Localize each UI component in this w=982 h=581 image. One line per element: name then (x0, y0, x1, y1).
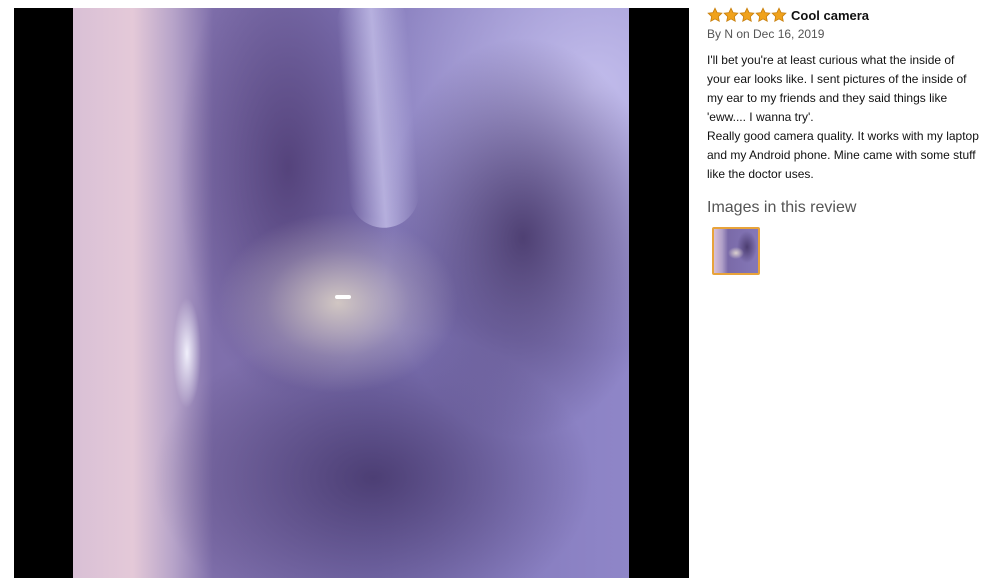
review-panel: Cool camera By N on Dec 16, 2019 I'll be… (707, 6, 979, 275)
star-icon (739, 7, 755, 23)
review-header: Cool camera (707, 6, 979, 24)
photo-highlight-glint (173, 298, 201, 408)
review-image-thumbnail[interactable] (712, 227, 760, 275)
star-rating[interactable] (707, 7, 787, 23)
review-title: Cool camera (791, 7, 870, 23)
images-in-review-heading: Images in this review (707, 199, 857, 216)
star-icon (707, 7, 723, 23)
photo-highlight-ridge (334, 8, 422, 231)
review-photo-large (73, 8, 629, 578)
review-body: I'll bet you're at least curious what th… (707, 51, 979, 184)
review-paragraph: I'll bet you're at least curious what th… (707, 53, 967, 124)
review-byline: By N on Dec 16, 2019 (707, 27, 825, 41)
star-icon (771, 7, 787, 23)
photo-highlight-spark (335, 295, 351, 299)
image-viewer (14, 8, 689, 578)
review-paragraph: Really good camera quality. It works wit… (707, 129, 979, 181)
star-icon (723, 7, 739, 23)
star-icon (755, 7, 771, 23)
review-image-popup: Cool camera By N on Dec 16, 2019 I'll be… (0, 0, 982, 581)
